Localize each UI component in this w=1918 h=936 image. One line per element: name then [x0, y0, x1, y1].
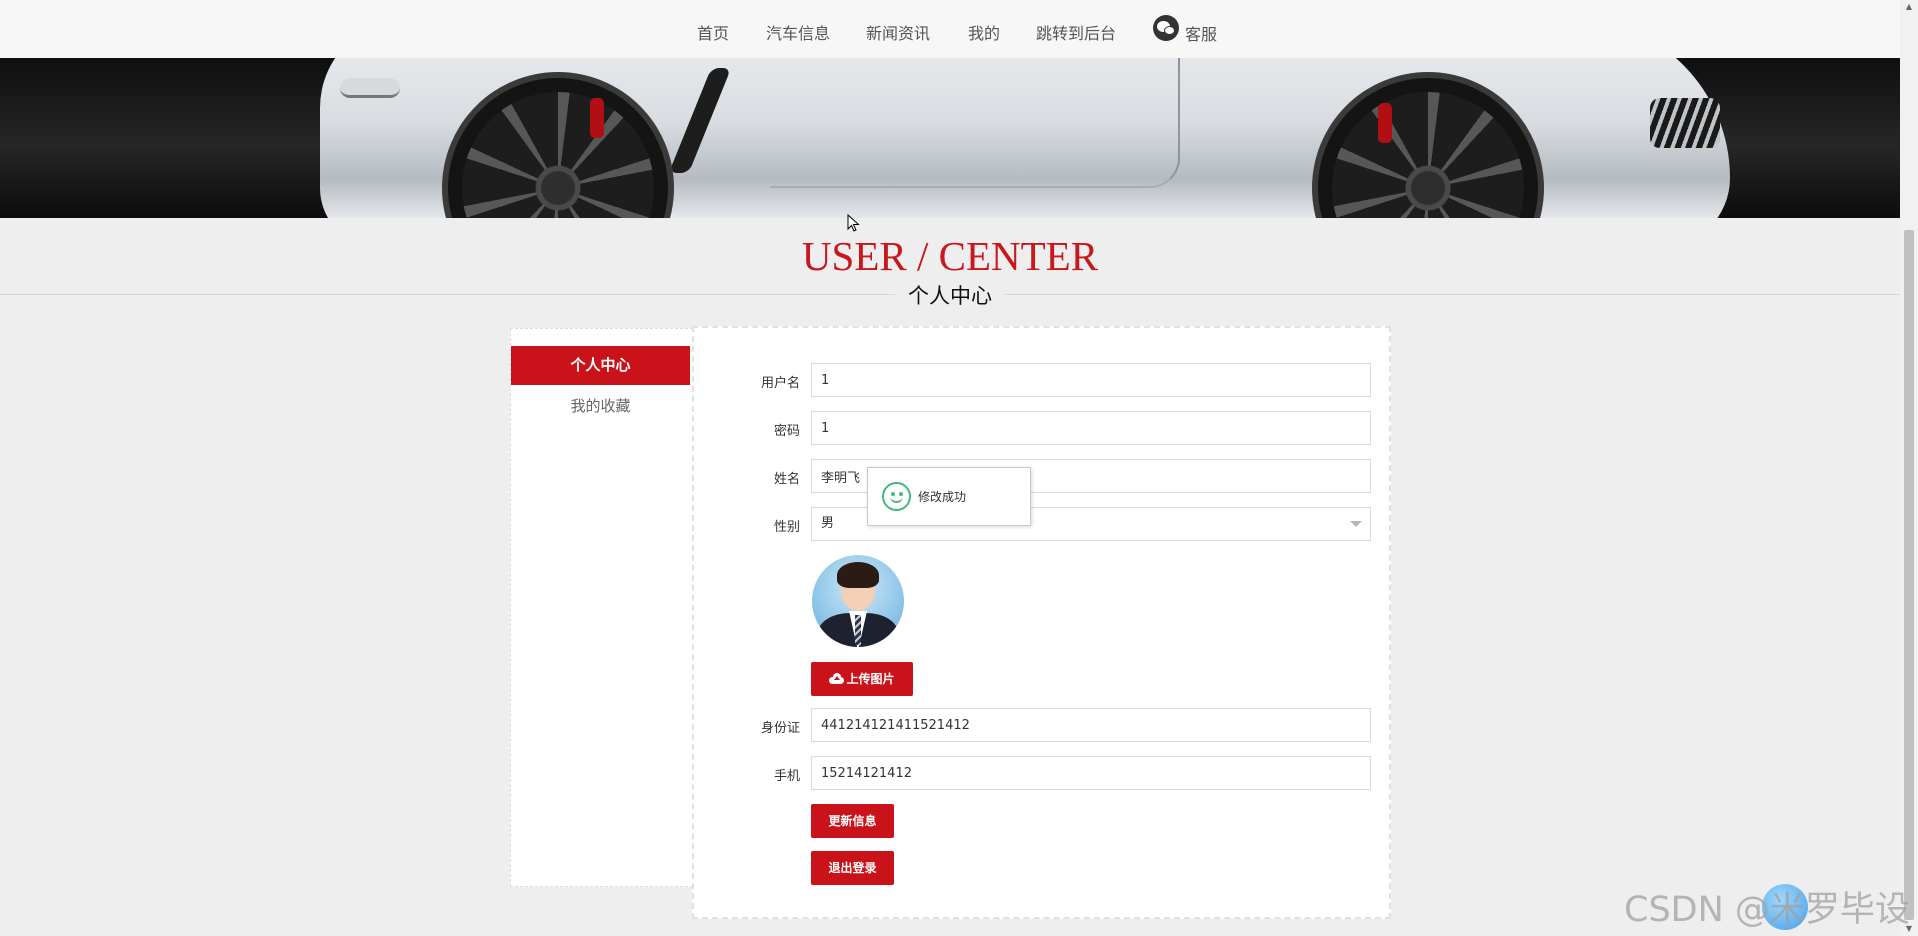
watermark: CSDN @米罗毕设 [1624, 890, 1910, 930]
rear-brake-caliper [1378, 103, 1392, 143]
front-brake-caliper [590, 98, 604, 138]
nav-home[interactable]: 首页 [697, 20, 729, 44]
scrollbar-thumb[interactable] [1904, 230, 1914, 920]
id-card-input[interactable] [811, 708, 1371, 742]
top-navbar: 首页 汽车信息 新闻资讯 我的 跳转到后台 客服 [0, 0, 1900, 58]
side-menu-profile[interactable]: 个人中心 [511, 346, 690, 385]
page-title-cn: 个人中心 [895, 280, 1005, 310]
nav-mine[interactable]: 我的 [968, 20, 1000, 44]
id-card-label: 身份证 [760, 721, 800, 736]
side-menu-favorites[interactable]: 我的收藏 [511, 387, 690, 425]
logout-button[interactable]: 退出登录 [811, 851, 894, 885]
phone-label: 手机 [773, 769, 800, 784]
nav-news[interactable]: 新闻资讯 [866, 20, 930, 44]
nav-customer-service[interactable]: 客服 [1185, 21, 1217, 45]
wechat-icon[interactable] [1153, 15, 1179, 41]
update-info-button[interactable]: 更新信息 [811, 804, 894, 838]
avatar [812, 555, 904, 647]
banner-image [0, 58, 1900, 218]
nav-car-info[interactable]: 汽车信息 [766, 20, 830, 44]
toast-message: 修改成功 [918, 490, 967, 504]
scroll-up-arrow-icon[interactable]: ▲ [1903, 2, 1915, 12]
cloud-upload-icon [829, 673, 845, 684]
password-label: 密码 [773, 424, 800, 439]
upload-button-label: 上传图片 [846, 672, 895, 686]
username-input[interactable] [811, 363, 1371, 397]
gender-label: 性别 [773, 520, 800, 535]
car-rear-grill [1650, 98, 1720, 148]
chevron-down-icon[interactable] [1350, 521, 1362, 527]
car-door [770, 58, 1180, 188]
nav-backend[interactable]: 跳转到后台 [1036, 20, 1116, 44]
phone-input[interactable] [811, 756, 1371, 790]
upload-image-button[interactable]: 上传图片 [811, 662, 913, 696]
car-headlight [340, 78, 400, 98]
success-toast: 修改成功 [867, 467, 1031, 526]
smile-icon [882, 482, 911, 511]
mouse-cursor-icon [847, 214, 860, 232]
name-label: 姓名 [773, 472, 800, 487]
username-label: 用户名 [760, 376, 800, 391]
password-input[interactable] [811, 411, 1371, 445]
page-title-en: USER / CENTER [801, 233, 1099, 279]
